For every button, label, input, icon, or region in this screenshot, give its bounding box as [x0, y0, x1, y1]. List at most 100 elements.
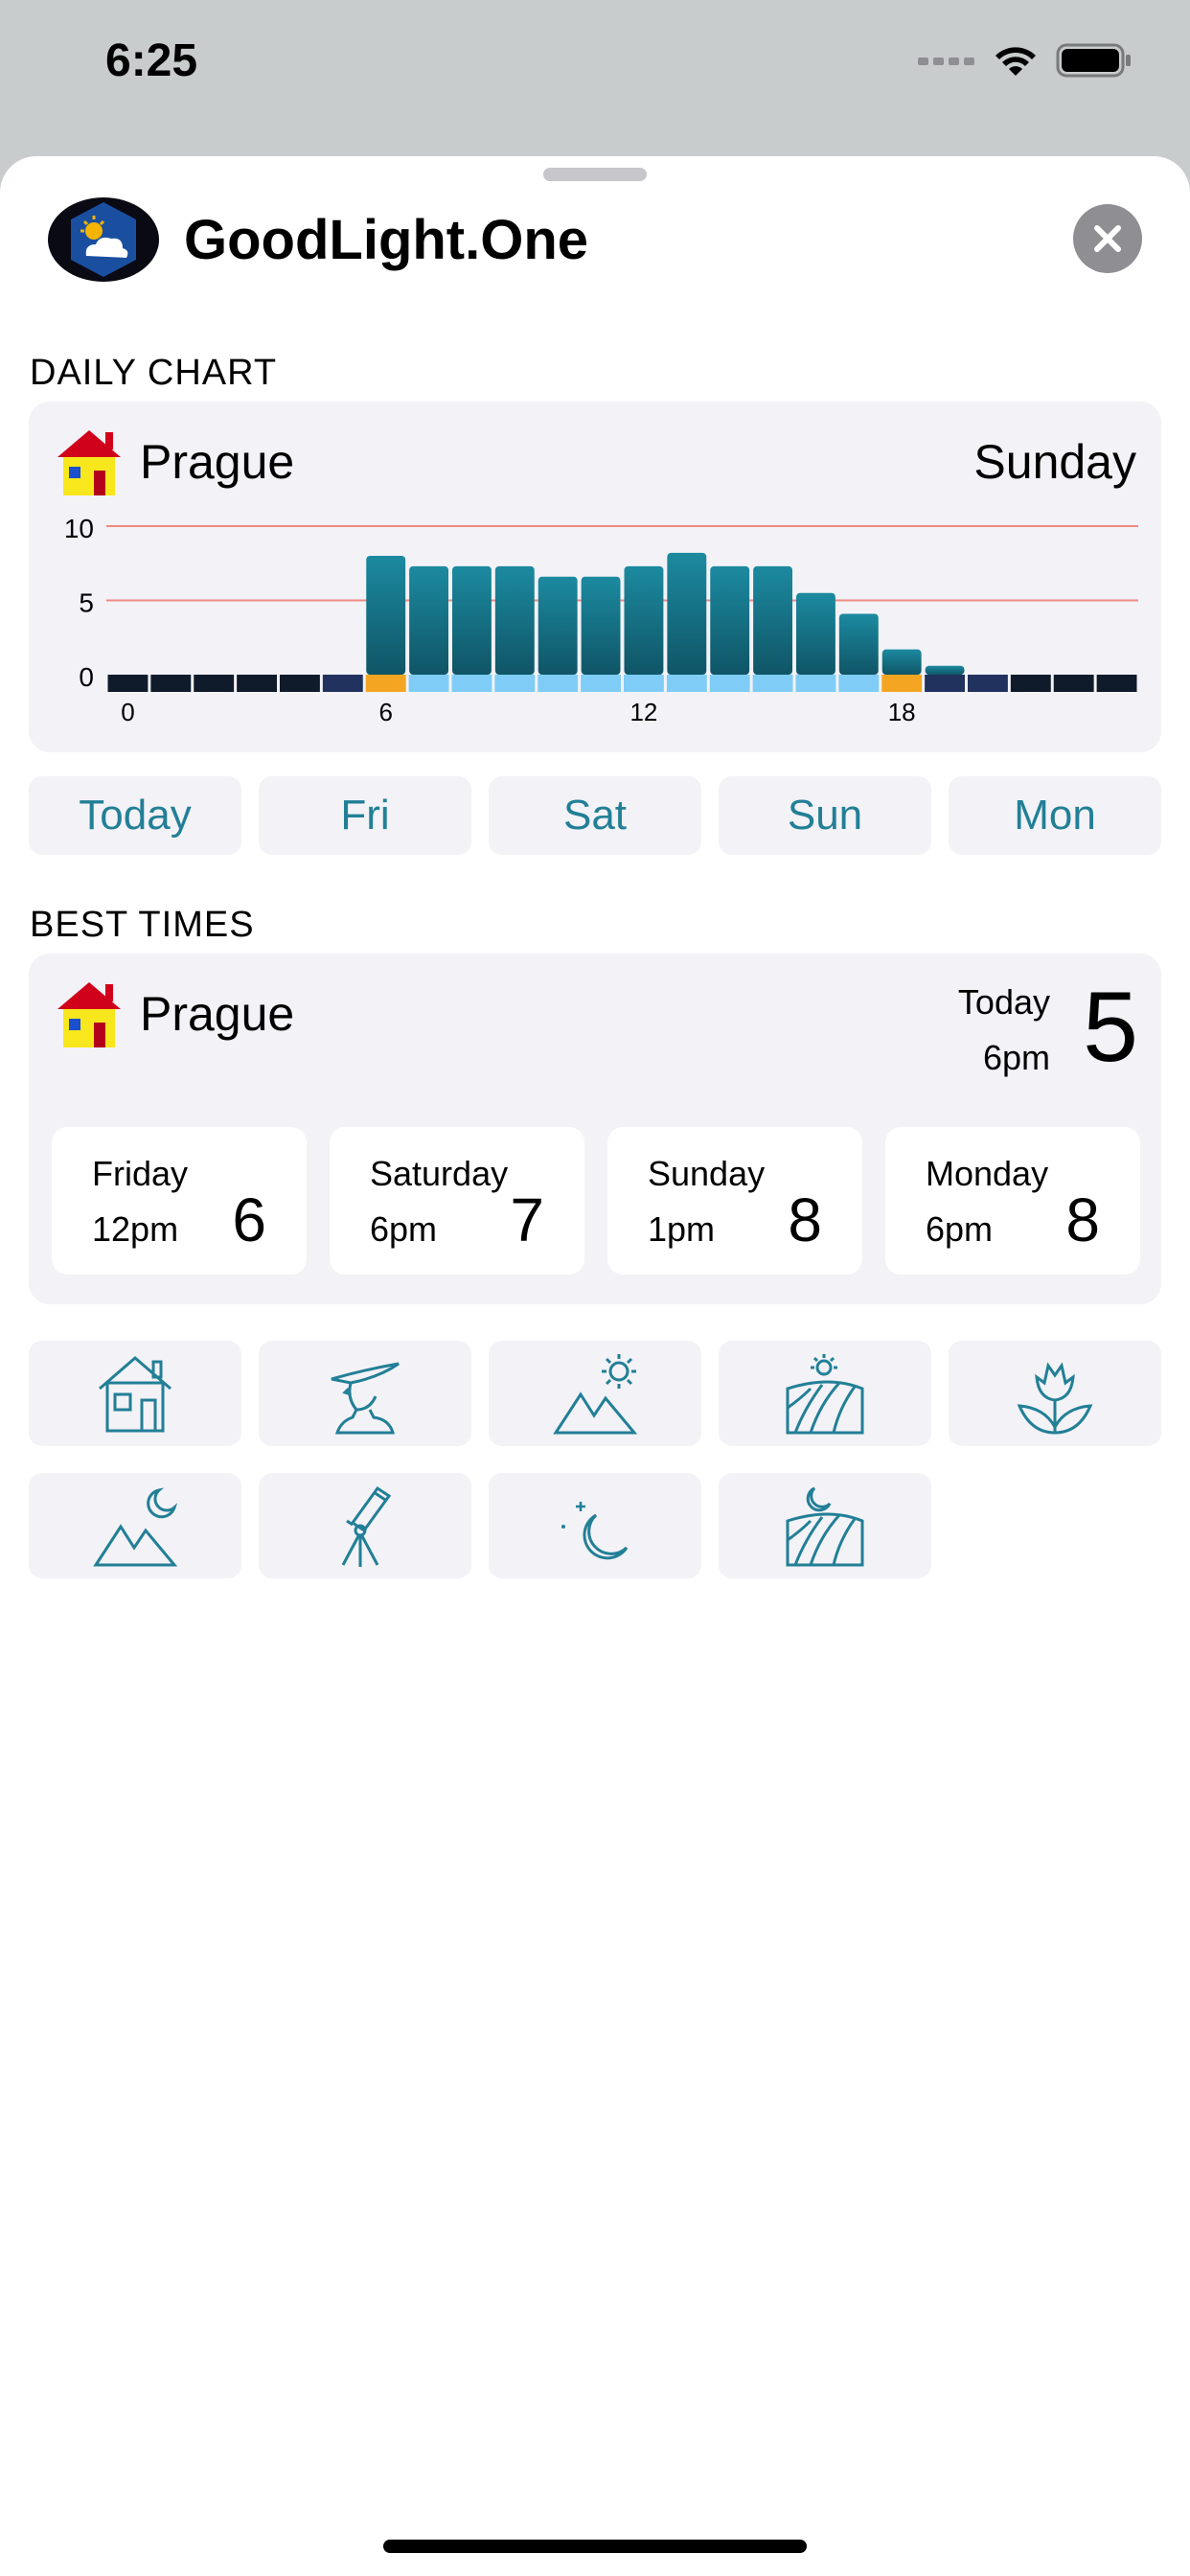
y-tick-label: 0 — [79, 662, 94, 692]
chart-bar — [710, 565, 750, 675]
tab-sat[interactable]: Sat — [489, 776, 701, 855]
mountain-sun-icon — [553, 1354, 638, 1435]
best-score-value: 8 — [1065, 1185, 1100, 1254]
daily-chart-card[interactable]: Prague Sunday 0 5 10 0 6 12 18 — [29, 402, 1161, 752]
best-times-city-name: Prague — [140, 987, 295, 1041]
battery-icon — [1056, 43, 1131, 78]
today-label: Today — [957, 982, 1050, 1022]
light-strip-segment — [1053, 675, 1094, 692]
best-time-value: 6pm — [926, 1209, 994, 1249]
best-day-name: Friday — [92, 1154, 189, 1193]
tab-fri[interactable]: Fri — [259, 776, 471, 855]
light-strip-segment — [322, 675, 363, 692]
daily-chart-section-title: DAILY CHART — [30, 353, 278, 393]
telescope-icon — [341, 1485, 392, 1567]
chart-bar — [838, 613, 879, 675]
close-icon — [1094, 225, 1121, 252]
hiker-icon — [331, 1362, 400, 1435]
app-logo-icon — [48, 197, 159, 282]
light-strip-segment — [968, 675, 1008, 692]
day-tabs: Today Fri Sat Sun Mon — [29, 776, 1161, 855]
chart-bar — [366, 556, 406, 675]
light-strip-segment — [280, 675, 320, 692]
home-location-icon — [57, 982, 121, 1047]
chart-bar — [538, 576, 578, 675]
chart-bar — [581, 576, 621, 675]
x-tick-label: 12 — [629, 698, 657, 726]
light-strip-segment — [494, 675, 536, 692]
mountain-moon-icon — [93, 1487, 178, 1567]
activity-astronomy-button[interactable] — [259, 1473, 471, 1578]
x-tick-label: 0 — [121, 698, 134, 726]
chart-bar — [667, 552, 707, 675]
light-strip-segment — [838, 675, 880, 692]
best-score-value: 8 — [788, 1185, 822, 1254]
light-strip-segment — [624, 675, 664, 692]
best-day-name: Monday — [926, 1154, 1049, 1193]
light-strip-segment — [881, 675, 923, 692]
chart-bar — [494, 565, 535, 675]
y-tick-label: 10 — [64, 514, 94, 543]
app-title: GoodLight.One — [184, 208, 589, 271]
field-sun-icon — [786, 1354, 864, 1435]
house-icon — [99, 1356, 172, 1433]
chart-bar — [624, 565, 664, 675]
status-icons — [918, 42, 1133, 79]
x-tick-label: 18 — [888, 698, 916, 726]
status-bar: 6:25 — [0, 0, 1190, 153]
chart-bar — [796, 592, 835, 675]
best-time-value: 6pm — [370, 1209, 438, 1249]
light-strip-segment — [237, 675, 277, 692]
best-score-value: 6 — [232, 1185, 266, 1254]
chart-bar — [881, 649, 922, 675]
best-times-card[interactable]: Prague Today 6pm 5 Friday 12pm 6 Saturda… — [29, 954, 1161, 1304]
light-strip-segment — [581, 675, 621, 692]
tab-today[interactable]: Today — [29, 776, 241, 855]
daily-chart: 0 5 10 0 6 12 18 — [64, 514, 1138, 726]
activity-landscape-day-button[interactable] — [489, 1341, 701, 1446]
light-strip-segment — [1010, 675, 1051, 692]
light-strip-segment — [194, 675, 235, 692]
light-strip-segment — [150, 675, 192, 692]
best-time-value: 12pm — [92, 1209, 179, 1249]
activity-flower-button[interactable] — [949, 1341, 1161, 1446]
chart-bar — [753, 565, 792, 675]
tab-mon[interactable]: Mon — [949, 776, 1161, 855]
best-time-saturday[interactable]: Saturday 6pm 7 — [330, 1127, 584, 1275]
bottom-sheet: GoodLight.One DAILY CHART Prague Sunday … — [0, 156, 1190, 2576]
sheet-grabber[interactable] — [543, 168, 647, 181]
best-day-name: Saturday — [370, 1154, 509, 1193]
best-time-monday[interactable]: Monday 6pm 8 — [885, 1127, 1140, 1275]
home-indicator[interactable] — [383, 2540, 807, 2553]
best-time-sunday[interactable]: Sunday 1pm 8 — [607, 1127, 862, 1275]
activity-field-night-button[interactable] — [719, 1473, 931, 1578]
light-strip-segment — [925, 675, 965, 692]
status-time: 6:25 — [105, 35, 198, 86]
today-best-score: 5 — [1083, 972, 1138, 1083]
best-time-value: 1pm — [648, 1209, 716, 1249]
chart-bar — [409, 565, 448, 675]
close-button[interactable] — [1073, 204, 1142, 273]
activity-night-sky-button[interactable] — [489, 1473, 701, 1578]
tab-sun[interactable]: Sun — [719, 776, 931, 855]
light-strip-segment — [709, 675, 750, 692]
light-strip-segment — [408, 675, 449, 692]
y-tick-label: 5 — [79, 588, 94, 618]
app-header: GoodLight.One — [46, 196, 588, 283]
light-strip-segment — [666, 675, 707, 692]
activity-portrait-button[interactable] — [259, 1341, 471, 1446]
activity-landscape-night-button[interactable] — [29, 1473, 241, 1578]
light-strip-segment — [451, 675, 492, 692]
activity-field-day-button[interactable] — [719, 1341, 931, 1446]
light-strip-segment — [107, 675, 149, 692]
light-strip-segment — [752, 675, 793, 692]
light-strip-segment — [365, 675, 406, 692]
light-strip-segment — [795, 675, 836, 692]
best-time-friday[interactable]: Friday 12pm 6 — [52, 1127, 307, 1275]
activity-home-button[interactable] — [29, 1341, 241, 1446]
today-best-time: 6pm — [982, 1038, 1050, 1077]
light-strip-segment — [1096, 675, 1137, 692]
best-day-name: Sunday — [648, 1154, 766, 1193]
wifi-icon — [995, 47, 1036, 76]
flower-icon — [1017, 1362, 1093, 1435]
